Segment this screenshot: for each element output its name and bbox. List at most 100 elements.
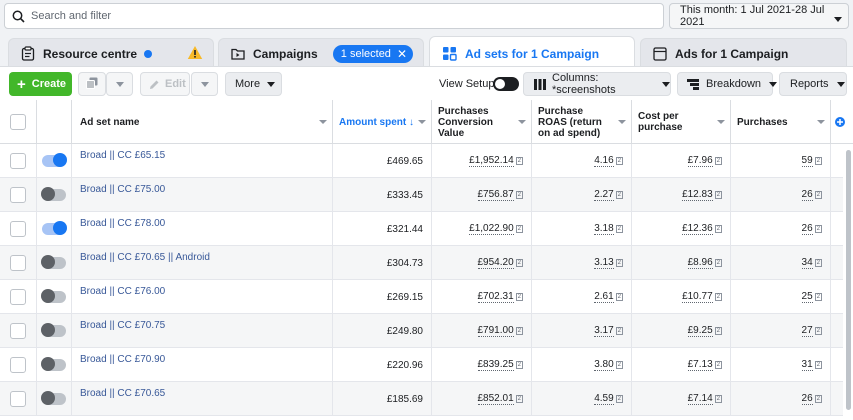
roas-value[interactable]: 3.17 — [594, 325, 614, 337]
cost-per-purchase-value[interactable]: £12.83 — [682, 189, 713, 201]
ad-set-name-link[interactable]: Broad || CC £75.00 — [72, 184, 165, 195]
cost-per-purchase-value[interactable]: £7.96 — [687, 155, 713, 167]
row-checkbox[interactable] — [10, 255, 26, 271]
roas-value[interactable]: 4.16 — [594, 155, 614, 167]
date-range-picker[interactable]: This month: 1 Jul 2021-28 Jul 2021 — [669, 3, 849, 29]
table-row[interactable]: Broad || CC £76.00 £269.15 £702.31 2 2.61 2 £1… — [0, 280, 853, 314]
selected-count-pill[interactable]: 1 selected ✕ — [332, 45, 413, 63]
create-button[interactable]: + Create — [9, 72, 72, 96]
reports-button[interactable]: Reports — [779, 72, 847, 96]
edit-dropdown[interactable] — [191, 72, 218, 96]
ad-set-name-link[interactable]: Broad || CC £70.75 — [72, 320, 165, 331]
purchases-value[interactable]: 26 — [801, 189, 813, 201]
header-ad-set-name[interactable]: Ad set name — [72, 100, 333, 144]
warning-icon[interactable] — [187, 45, 203, 63]
header-purchase-roas[interactable]: Purchase ROAS (return on ad spend) — [532, 100, 632, 144]
conversion-value[interactable]: £1,022.90 — [469, 223, 514, 235]
conversion-value[interactable]: £702.31 — [477, 291, 514, 303]
row-checkbox[interactable] — [10, 187, 26, 203]
ad-set-name-link[interactable]: Broad || CC £70.65 — [72, 388, 165, 399]
cost-per-purchase-value[interactable]: £10.77 — [682, 291, 713, 303]
vertical-scrollbar[interactable] — [843, 144, 853, 420]
header-purchases[interactable]: Purchases — [731, 100, 831, 144]
ad-set-toggle[interactable] — [41, 289, 66, 303]
search-input[interactable] — [31, 10, 631, 22]
conversion-value-cell: £791.00 2 — [432, 314, 532, 348]
select-all-checkbox[interactable] — [10, 114, 26, 130]
tab-ads[interactable]: Ads for 1 Campaign — [640, 38, 847, 68]
purchases-value[interactable]: 26 — [801, 223, 813, 235]
header-cost-per-purchase[interactable]: Cost per purchase — [632, 100, 731, 144]
conversion-value[interactable]: £852.01 — [477, 393, 514, 405]
ad-set-name-link[interactable]: Broad || CC £70.65 || Android — [72, 252, 210, 263]
purchases-value[interactable]: 59 — [801, 155, 813, 167]
cost-per-purchase-value[interactable]: £7.13 — [687, 359, 713, 371]
ad-set-name-link[interactable]: Broad || CC £78.00 — [72, 218, 165, 229]
tab-ad-sets[interactable]: Ad sets for 1 Campaign — [429, 36, 635, 70]
tab-campaigns[interactable]: Campaigns 1 selected ✕ — [218, 38, 424, 68]
table-row[interactable]: Broad || CC £65.15 £469.65 £1,952.14 2 4.16 2… — [0, 144, 853, 178]
scrollbar-thumb[interactable] — [846, 150, 851, 410]
roas-value[interactable]: 3.13 — [594, 257, 614, 269]
view-setup-toggle[interactable] — [493, 77, 519, 91]
table-row[interactable]: Broad || CC £70.90 £220.96 £839.25 2 3.80 2 £7… — [0, 348, 853, 382]
table-row[interactable]: Broad || CC £70.65 £185.69 £852.01 2 4.59 2 £7… — [0, 382, 853, 416]
cost-per-purchase-value[interactable]: £7.14 — [687, 393, 713, 405]
breakdown-button[interactable]: Breakdown — [677, 72, 778, 96]
row-checkbox[interactable] — [10, 323, 26, 339]
cost-per-purchase-value[interactable]: £8.96 — [687, 257, 713, 269]
ad-set-name-link[interactable]: Broad || CC £76.00 — [72, 286, 165, 297]
row-checkbox[interactable] — [10, 153, 26, 169]
ad-set-name-link[interactable]: Broad || CC £70.90 — [72, 354, 165, 365]
ad-set-toggle[interactable] — [41, 391, 66, 405]
ad-set-toggle[interactable] — [41, 255, 66, 269]
roas-value[interactable]: 3.80 — [594, 359, 614, 371]
ad-set-toggle[interactable] — [41, 323, 66, 337]
ad-set-toggle[interactable] — [42, 221, 67, 235]
row-checkbox-cell — [0, 178, 37, 212]
roas-value[interactable]: 4.59 — [594, 393, 614, 405]
header-label: Cost per purchase — [638, 111, 683, 133]
roas-value[interactable]: 2.61 — [594, 291, 614, 303]
roas-value[interactable]: 3.18 — [594, 223, 614, 235]
more-button[interactable]: More — [225, 72, 282, 96]
cost-per-purchase-value[interactable]: £9.25 — [687, 325, 713, 337]
ad-set-name-cell: Broad || CC £70.75 — [72, 314, 333, 348]
duplicate-dropdown[interactable] — [106, 72, 133, 96]
conversion-value[interactable]: £791.00 — [477, 325, 514, 337]
add-column-icon[interactable] — [834, 116, 846, 128]
purchases-value[interactable]: 31 — [801, 359, 813, 371]
conversion-value[interactable]: £954.20 — [477, 257, 514, 269]
purchases-value[interactable]: 27 — [801, 325, 813, 337]
table-row[interactable]: Broad || CC £78.00 £321.44 £1,022.90 2 3.18 2… — [0, 212, 853, 246]
cost-per-purchase-value[interactable]: £12.36 — [682, 223, 713, 235]
purchases-value[interactable]: 34 — [801, 257, 813, 269]
edit-button[interactable]: Edit — [140, 72, 190, 96]
ad-set-name-link[interactable]: Broad || CC £65.15 — [72, 150, 165, 161]
row-checkbox[interactable] — [10, 221, 26, 237]
roas-value[interactable]: 2.27 — [594, 189, 614, 201]
purchases-value[interactable]: 25 — [801, 291, 813, 303]
columns-button[interactable]: Columns: *screenshots — [523, 72, 671, 96]
ad-set-toggle[interactable] — [41, 357, 66, 371]
duplicate-button[interactable] — [78, 72, 106, 96]
info-icon: 2 — [714, 395, 722, 403]
table-row[interactable]: Broad || CC £70.65 || Android £304.73 £954… — [0, 246, 853, 280]
ad-set-toggle[interactable] — [42, 153, 67, 167]
table-row[interactable]: Broad || CC £70.75 £249.80 £791.00 2 3.17 2 £9… — [0, 314, 853, 348]
row-checkbox[interactable] — [10, 391, 26, 407]
header-purchases-conversion-value[interactable]: Purchases Conversion Value — [432, 100, 532, 144]
tab-resource-centre[interactable]: Resource centre — [8, 38, 214, 68]
header-amount-spent[interactable]: Amount spent ↓ — [333, 100, 432, 144]
table-row[interactable]: Broad || CC £75.00 £333.45 £756.87 2 2.27 2 £1… — [0, 178, 853, 212]
ad-set-toggle[interactable] — [41, 187, 66, 201]
row-checkbox[interactable] — [10, 357, 26, 373]
conversion-value[interactable]: £756.87 — [477, 189, 514, 201]
row-checkbox[interactable] — [10, 289, 26, 305]
conversion-value[interactable]: £839.25 — [477, 359, 514, 371]
info-icon: 2 — [615, 191, 623, 199]
close-icon[interactable]: ✕ — [397, 47, 407, 61]
purchases-value[interactable]: 26 — [801, 393, 813, 405]
conversion-value[interactable]: £1,952.14 — [469, 155, 514, 167]
search-box[interactable] — [4, 3, 664, 29]
